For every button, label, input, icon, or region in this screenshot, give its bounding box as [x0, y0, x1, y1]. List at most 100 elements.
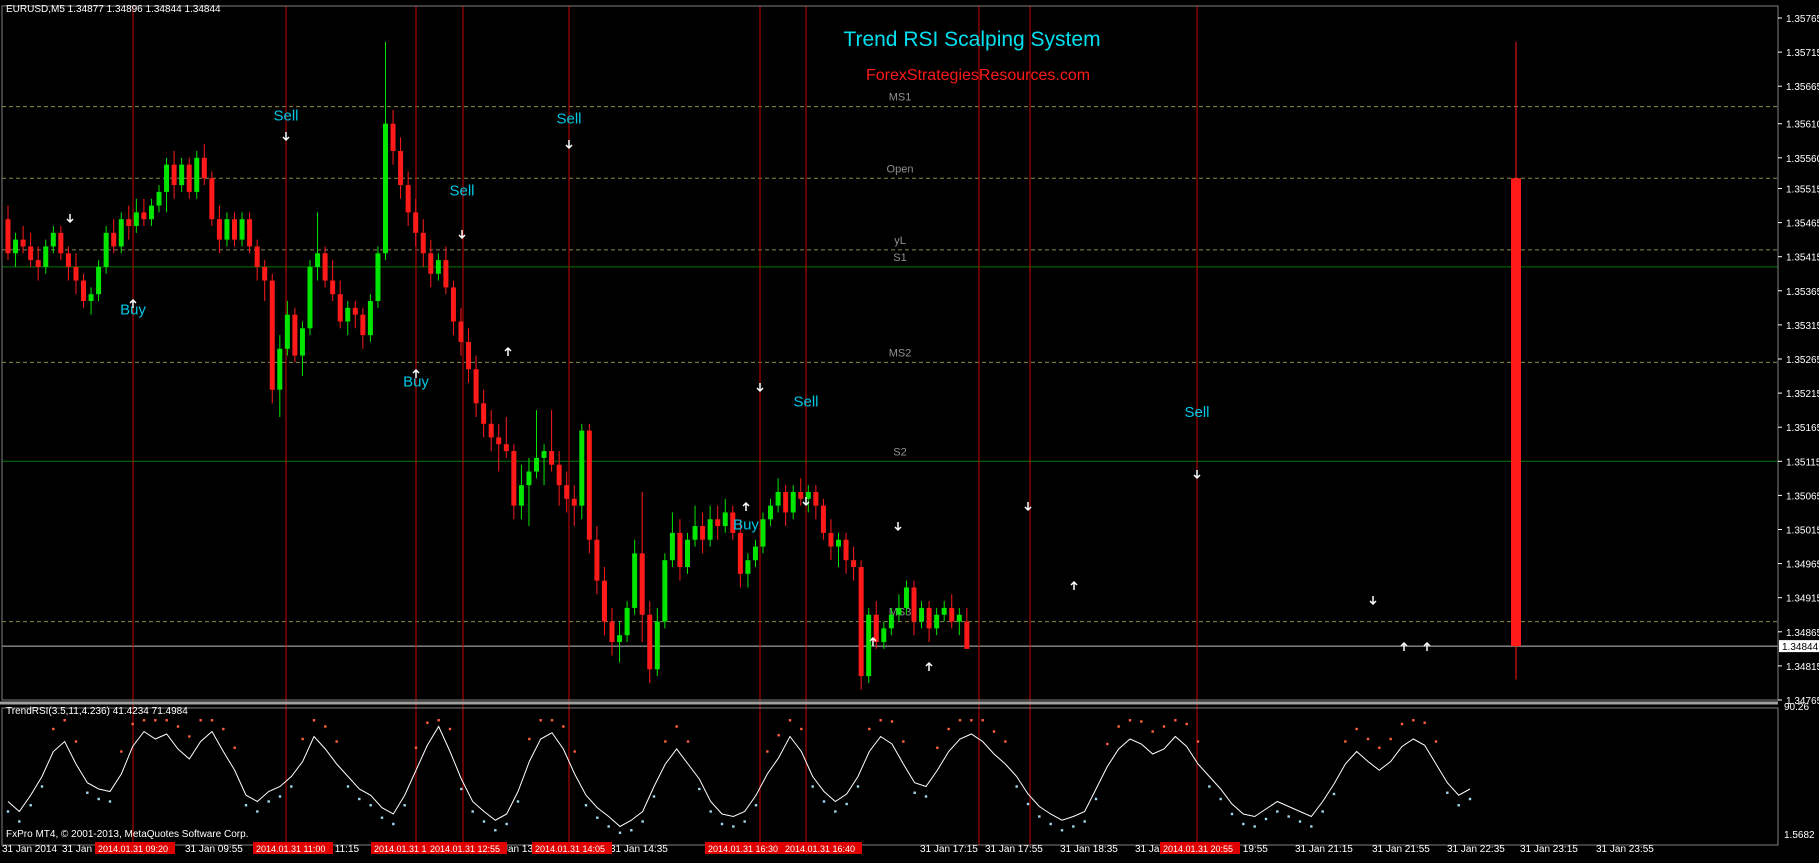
- rsi-dot: [913, 791, 916, 794]
- rsi-dot: [358, 797, 361, 801]
- candle-body: [443, 260, 449, 288]
- candle-body: [118, 219, 124, 247]
- time-label: 31 Jan: [62, 844, 92, 855]
- candle-body: [239, 219, 245, 240]
- rsi-dot: [346, 785, 350, 788]
- rsi-dot: [981, 719, 984, 722]
- rsi-dot: [1174, 719, 1177, 722]
- rsi-dot: [1015, 785, 1018, 788]
- candle-body: [194, 157, 200, 192]
- y-tick-label: 1.35265: [1786, 355, 1819, 366]
- rsi-dot: [1162, 725, 1166, 728]
- candle-body: [866, 614, 872, 677]
- candle-body: [662, 560, 668, 622]
- rsi-dot: [199, 719, 202, 722]
- candle-body: [299, 328, 305, 356]
- candle-body: [428, 253, 434, 274]
- rsi-dot: [6, 810, 10, 813]
- candle-body: [828, 532, 834, 547]
- time-label: 31 Jan 21:55: [1372, 844, 1430, 855]
- rsi-dot: [505, 822, 508, 826]
- y-tick-label: 1.35515: [1786, 185, 1819, 196]
- rsi-dot: [131, 722, 134, 726]
- rsi-dot: [743, 820, 746, 823]
- y-tick-label: 1.35415: [1786, 253, 1819, 264]
- candle-body: [330, 280, 336, 295]
- rsi-dot: [63, 719, 66, 722]
- chart-title: Trend RSI Scalping System: [843, 28, 1100, 51]
- pivot-label: S1: [893, 252, 906, 264]
- candle-body: [201, 157, 207, 179]
- y-tick-label: 1.35715: [1786, 48, 1819, 59]
- candle-body: [503, 444, 509, 452]
- candle-body: [715, 519, 721, 527]
- chart-subtitle: ForexStrategiesResources.com: [866, 67, 1090, 84]
- candle-body: [858, 567, 864, 677]
- candle-body: [35, 260, 41, 267]
- candle-body: [639, 553, 645, 615]
- time-label: 31 Jan 18:35: [1060, 844, 1118, 855]
- copyright: FxPro MT4, © 2001-2013, MetaQuotes Softw…: [6, 829, 248, 840]
- rsi-dot: [380, 816, 384, 819]
- candle-body: [624, 607, 630, 636]
- rsi-dot: [947, 727, 950, 731]
- rsi-dot: [290, 785, 293, 788]
- candle-body: [458, 321, 464, 342]
- candle-body: [375, 253, 381, 302]
- rsi-dot: [426, 721, 429, 724]
- candle-body: [745, 560, 751, 574]
- candle-body: [752, 546, 758, 561]
- rsi-dot: [652, 795, 656, 798]
- rsi-dot: [233, 746, 236, 749]
- candle-body: [277, 348, 283, 390]
- rsi-dot: [1151, 730, 1154, 733]
- rsi-dot: [1038, 815, 1041, 818]
- highlighted-time-label: 2014.01.31 20:55: [1163, 844, 1233, 854]
- rsi-dot: [335, 740, 338, 743]
- candle-body: [466, 341, 472, 370]
- rsi-dot: [1253, 825, 1256, 828]
- candle-body: [164, 164, 170, 192]
- rsi-dot: [154, 719, 157, 722]
- y-tick-label: 1.34815: [1786, 662, 1819, 673]
- time-label: 31 Jan 23:15: [1520, 844, 1578, 855]
- highlighted-time-label: 2014.01.31 11:00: [256, 844, 325, 854]
- candle-body: [549, 451, 555, 465]
- candle-body: [586, 430, 592, 540]
- rsi-dot: [686, 740, 690, 743]
- rsi-dot: [210, 719, 214, 722]
- rsi-dot: [312, 719, 316, 722]
- rsi-dot: [460, 787, 463, 791]
- candle-body: [888, 614, 894, 629]
- candle-body: [133, 212, 139, 227]
- y-tick-label: 1.34865: [1786, 628, 1819, 639]
- candle-body: [435, 260, 441, 274]
- candle-body: [390, 123, 396, 151]
- time-label: Jan 13: [503, 844, 533, 855]
- rsi-indicator-label: TrendRSI(3.5,11,4.236) 41.4234 71.4984: [6, 706, 188, 717]
- candle-body: [873, 614, 879, 643]
- rsi-dot: [1196, 740, 1200, 743]
- candle-body: [601, 580, 607, 622]
- time-label: 31 Jan 09:55: [185, 844, 243, 855]
- rsi-dot: [52, 727, 55, 731]
- candle-body: [413, 212, 419, 233]
- rsi-dot: [902, 740, 905, 743]
- candle-body: [956, 614, 962, 622]
- candle-body: [571, 498, 577, 506]
- candle-body: [5, 219, 11, 254]
- candle-body: [564, 485, 570, 499]
- rsi-dot: [267, 800, 270, 803]
- candle-body: [111, 232, 117, 247]
- rsi-dot: [754, 804, 758, 807]
- rsi-dot: [1434, 740, 1438, 743]
- highlighted-time-label: 2014.01.31 16:30: [708, 844, 778, 854]
- rsi-dot: [811, 785, 814, 788]
- candle-body: [232, 219, 237, 240]
- rsi-dot: [1230, 812, 1234, 816]
- y-tick-label: 1.35065: [1786, 491, 1819, 502]
- highlighted-time-label: 2014.01.31 14:05: [535, 844, 605, 854]
- rsi-dot: [1049, 822, 1052, 826]
- candle-body: [156, 191, 162, 206]
- rsi-dot: [1072, 825, 1075, 828]
